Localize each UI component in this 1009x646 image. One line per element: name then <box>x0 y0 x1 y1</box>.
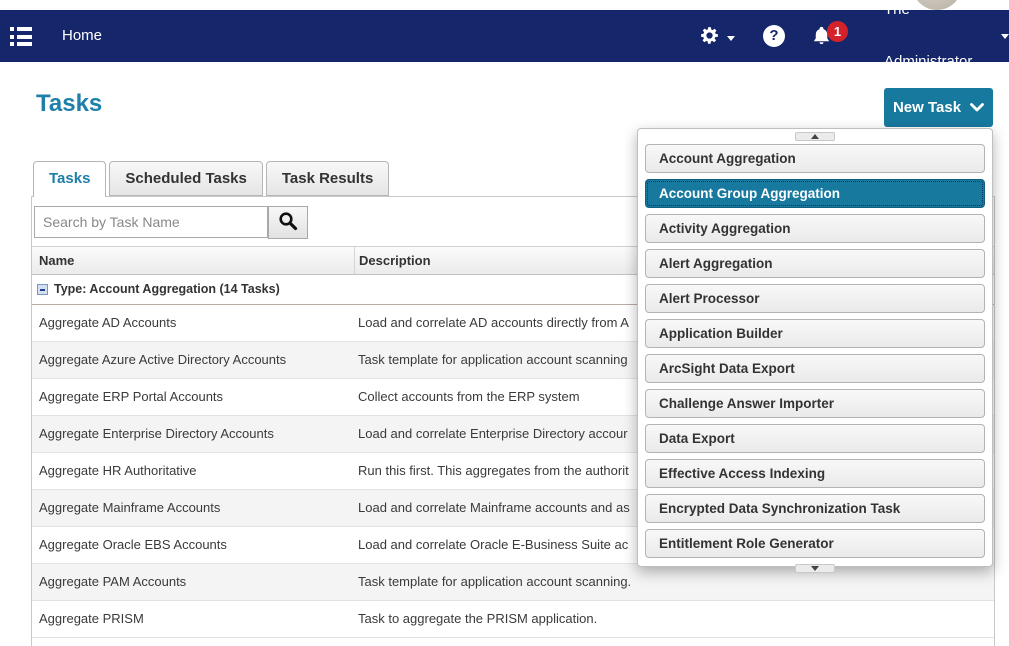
search-icon <box>278 211 298 234</box>
chevron-down-icon <box>970 99 984 116</box>
task-name: Aggregate Azure Active Directory Account… <box>32 342 354 378</box>
table-row[interactable]: Aggregate PRISM Task to aggregate the PR… <box>32 601 994 638</box>
group-header-label: Type: Account Aggregation (14 Tasks) <box>54 275 280 304</box>
search-input[interactable] <box>34 206 268 238</box>
new-task-dropdown: Account Aggregation Account Group Aggreg… <box>637 128 993 567</box>
task-name: Aggregate AD Accounts <box>32 305 354 341</box>
task-name: Aggregate HR Authoritative <box>32 453 354 489</box>
user-menu[interactable]: The Administrator <box>884 10 1009 62</box>
menu-item-effective-access-indexing[interactable]: Effective Access Indexing <box>645 459 985 488</box>
menu-item-arcsight-data-export[interactable]: ArcSight Data Export <box>645 354 985 383</box>
scroll-down-button[interactable] <box>795 564 835 573</box>
tab-bar: Tasks Scheduled Tasks Task Results <box>33 161 389 197</box>
new-task-button[interactable]: New Task <box>884 88 993 127</box>
tab-tasks[interactable]: Tasks <box>33 161 106 197</box>
table-row[interactable]: Aggregate PAM Accounts Task template for… <box>32 564 994 601</box>
collapse-icon[interactable] <box>37 284 48 295</box>
menu-item-challenge-answer-importer[interactable]: Challenge Answer Importer <box>645 389 985 418</box>
menu-item-entitlement-role-generator[interactable]: Entitlement Role Generator <box>645 529 985 558</box>
tab-scheduled-tasks[interactable]: Scheduled Tasks <box>109 161 262 196</box>
menu-item-account-group-aggregation[interactable]: Account Group Aggregation <box>645 179 985 208</box>
triangle-up-icon <box>811 134 819 139</box>
task-name: Aggregate Mainframe Accounts <box>32 490 354 526</box>
task-description: Task to aggregate the PRISM application. <box>354 601 994 637</box>
scroll-up-button[interactable] <box>795 132 835 141</box>
task-name: Aggregate PRISM <box>32 601 354 637</box>
triangle-down-icon <box>811 566 819 571</box>
menu-list-icon[interactable] <box>10 27 34 46</box>
menu-item-data-export[interactable]: Data Export <box>645 424 985 453</box>
help-button[interactable]: ? <box>763 25 785 47</box>
top-navbar: Home ? 1 The Administrator <box>0 10 1009 62</box>
settings-menu[interactable] <box>699 25 735 51</box>
menu-item-encrypted-data-synchronization-task[interactable]: Encrypted Data Synchronization Task <box>645 494 985 523</box>
page-title: Tasks <box>36 90 102 118</box>
menu-item-application-builder[interactable]: Application Builder <box>645 319 985 348</box>
new-task-label: New Task <box>893 99 961 116</box>
notification-badge[interactable]: 1 <box>827 21 848 42</box>
app-window: Home ? 1 The Administrator Tasks New Tas… <box>0 0 1009 646</box>
dropdown-item-list: Account Aggregation Account Group Aggreg… <box>638 144 992 558</box>
user-name-label: The Administrator <box>884 0 993 88</box>
menu-item-alert-aggregation[interactable]: Alert Aggregation <box>645 249 985 278</box>
question-icon: ? <box>769 27 778 44</box>
gear-icon <box>699 25 720 51</box>
tab-task-results[interactable]: Task Results <box>266 161 389 196</box>
menu-item-account-aggregation[interactable]: Account Aggregation <box>645 144 985 173</box>
search-button[interactable] <box>268 206 308 239</box>
task-description: Task template for application account sc… <box>354 564 994 600</box>
nav-home-link[interactable]: Home <box>62 10 102 62</box>
task-name: Aggregate ERP Portal Accounts <box>32 379 354 415</box>
task-name: Aggregate Enterprise Directory Accounts <box>32 416 354 452</box>
task-name: Aggregate Oracle EBS Accounts <box>32 527 354 563</box>
task-name: Aggregate PAM Accounts <box>32 564 354 600</box>
column-header-name[interactable]: Name <box>32 247 354 274</box>
menu-item-alert-processor[interactable]: Alert Processor <box>645 284 985 313</box>
chevron-down-icon <box>1001 34 1009 39</box>
chevron-down-icon <box>727 36 735 41</box>
menu-item-activity-aggregation[interactable]: Activity Aggregation <box>645 214 985 243</box>
